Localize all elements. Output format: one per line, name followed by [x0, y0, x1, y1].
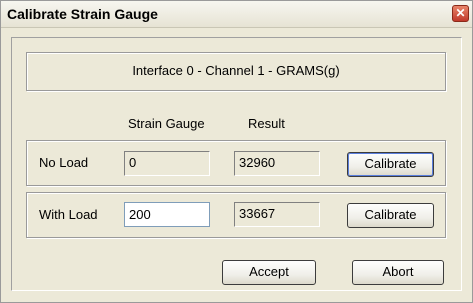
with-load-calibrate-button[interactable]: Calibrate	[347, 203, 434, 228]
no-load-strain-gauge-field: 0	[124, 151, 210, 176]
title-bar[interactable]: Calibrate Strain Gauge ✕	[1, 1, 472, 28]
content-panel: Interface 0 - Channel 1 - GRAMS(g) Strai…	[11, 37, 462, 291]
no-load-result-field: 32960	[234, 151, 320, 176]
accept-button[interactable]: Accept	[222, 260, 316, 285]
result-column-header: Result	[248, 116, 285, 131]
with-load-result-field: 33667	[234, 202, 320, 227]
window-title: Calibrate Strain Gauge	[7, 6, 158, 22]
no-load-row: No Load 0 32960 Calibrate	[26, 140, 446, 186]
calibrate-dialog: Calibrate Strain Gauge ✕ Interface 0 - C…	[0, 0, 473, 303]
with-load-label: With Load	[39, 207, 98, 222]
channel-info-box: Interface 0 - Channel 1 - GRAMS(g)	[26, 52, 446, 91]
strain-gauge-column-header: Strain Gauge	[128, 116, 205, 131]
no-load-calibrate-button[interactable]: Calibrate	[347, 152, 434, 177]
with-load-row: With Load 33667 Calibrate	[26, 192, 446, 238]
with-load-strain-gauge-input[interactable]	[124, 202, 210, 227]
close-icon[interactable]: ✕	[452, 5, 469, 22]
no-load-label: No Load	[39, 155, 89, 170]
abort-button[interactable]: Abort	[352, 260, 444, 285]
channel-info-label: Interface 0 - Channel 1 - GRAMS(g)	[132, 63, 340, 78]
